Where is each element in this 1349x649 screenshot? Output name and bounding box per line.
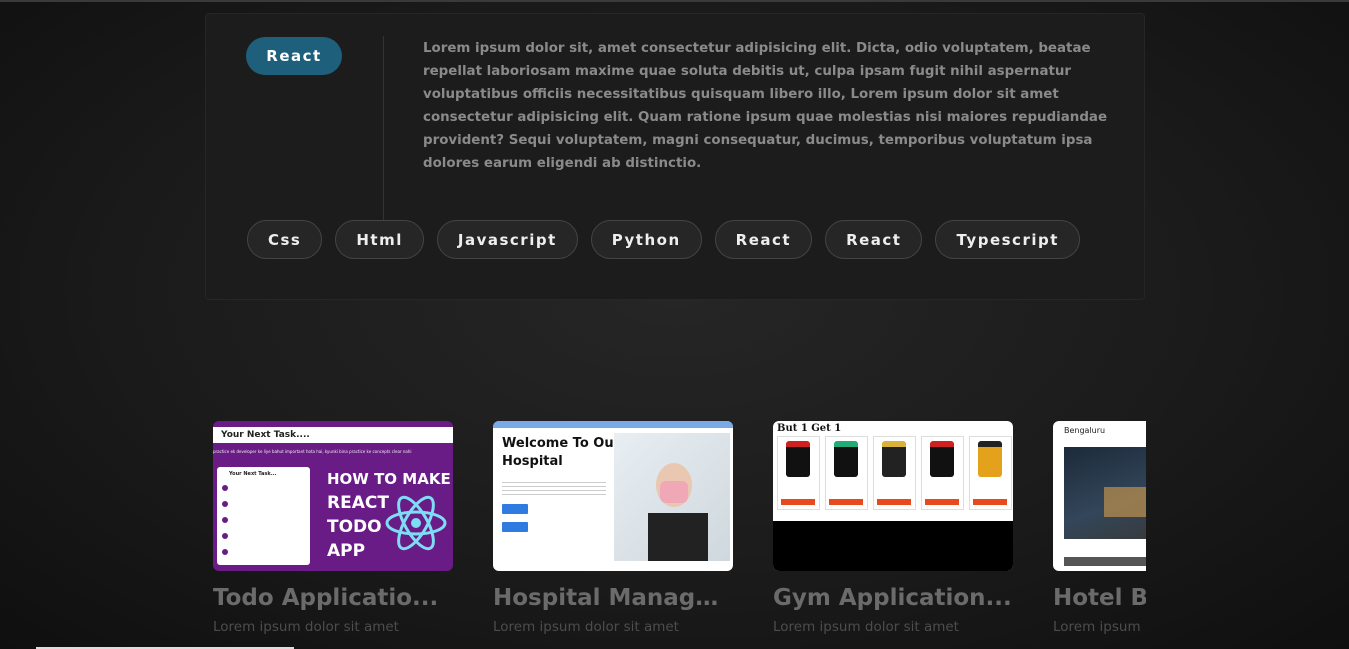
task-dot-icon bbox=[222, 517, 228, 523]
headline-line: Hospital bbox=[502, 454, 563, 469]
product-card bbox=[873, 436, 916, 510]
project-title[interactable]: Hotel Bo bbox=[1053, 585, 1146, 611]
thumb-text-lines bbox=[502, 479, 606, 497]
task-dot-icon bbox=[222, 485, 228, 491]
tag-javascript[interactable]: Javascript bbox=[436, 220, 578, 259]
projects-carousel: Your Next Task.... practice ek developer… bbox=[213, 421, 1146, 649]
tag-css[interactable]: Css bbox=[247, 220, 323, 259]
product-card bbox=[921, 436, 964, 510]
thumb-panel-title: Your Next Task... bbox=[229, 471, 277, 477]
project-title[interactable]: Todo Applicatio... bbox=[213, 585, 453, 611]
project-title[interactable]: Gym Application... bbox=[773, 585, 1013, 611]
mask-shape bbox=[660, 481, 688, 503]
main-tech-badge[interactable]: React bbox=[246, 37, 342, 75]
top-divider bbox=[0, 0, 1349, 2]
task-dot-icon bbox=[222, 533, 228, 539]
react-logo-icon bbox=[385, 495, 447, 551]
product-card bbox=[777, 436, 820, 510]
project-card-gym[interactable]: But 1 Get 1 Gym Application... Lorem ips… bbox=[773, 421, 1013, 635]
project-description: Lorem ipsum dolor sit, amet consectetur … bbox=[423, 41, 1108, 171]
project-subtitle: Lorem ipsum dolor sit amet bbox=[213, 619, 399, 635]
project-subtitle: Lorem ipsum dolor sit amet bbox=[773, 619, 959, 635]
tag-typescript[interactable]: Typescript bbox=[935, 220, 1080, 259]
thumb-footer bbox=[773, 521, 1013, 571]
task-dot-icon bbox=[222, 549, 228, 555]
thumb-headline: Welcome To Our Hospital bbox=[502, 435, 620, 471]
vertical-divider bbox=[383, 36, 384, 221]
project-thumbnail[interactable]: Welcome To Our Hospital bbox=[493, 421, 733, 571]
coat-shape bbox=[648, 513, 708, 561]
task-dot-icon bbox=[222, 501, 228, 507]
thumb-caption: practice ek developer ke liye bahut impo… bbox=[213, 449, 412, 454]
project-subtitle: Lorem ipsum bbox=[1053, 619, 1141, 635]
project-title[interactable]: Hospital Manage... bbox=[493, 585, 733, 611]
hotel-photo bbox=[1064, 447, 1146, 539]
project-card-todo[interactable]: Your Next Task.... practice ek developer… bbox=[213, 421, 453, 635]
project-thumbnail[interactable]: Bengaluru bbox=[1053, 421, 1146, 571]
thumb-task-panel: Your Next Task... bbox=[217, 467, 310, 565]
product-card bbox=[825, 436, 868, 510]
thumb-city: Bengaluru bbox=[1064, 426, 1106, 435]
tech-tag-list: Css Html Javascript Python React React T… bbox=[247, 220, 1080, 259]
project-thumbnail[interactable]: But 1 Get 1 bbox=[773, 421, 1013, 571]
thumb-button bbox=[502, 504, 528, 514]
thumb-footer-strip bbox=[1064, 557, 1146, 566]
thumb-headline: But 1 Get 1 bbox=[777, 423, 842, 434]
headline-line: Welcome To Our bbox=[502, 436, 620, 451]
product-card bbox=[969, 436, 1012, 510]
tag-react-2[interactable]: React bbox=[825, 220, 923, 259]
tag-html[interactable]: Html bbox=[335, 220, 424, 259]
thumb-header: Your Next Task.... bbox=[213, 427, 453, 443]
doctor-image bbox=[614, 433, 730, 561]
window-light-shape bbox=[1104, 487, 1146, 517]
tag-react[interactable]: React bbox=[714, 220, 813, 259]
thumb-button bbox=[502, 522, 528, 532]
project-thumbnail[interactable]: Your Next Task.... practice ek developer… bbox=[213, 421, 453, 571]
project-card-hospital[interactable]: Welcome To Our Hospital Hospital Manage.… bbox=[493, 421, 733, 635]
tag-python[interactable]: Python bbox=[590, 220, 702, 259]
project-detail-card: React Lorem ipsum dolor sit, amet consec… bbox=[205, 13, 1145, 300]
thumb-topbar bbox=[493, 421, 733, 428]
project-card-hotel[interactable]: Bengaluru Hotel Bo Lorem ipsum bbox=[1053, 421, 1146, 635]
project-subtitle: Lorem ipsum dolor sit amet bbox=[493, 619, 679, 635]
headline-line: HOW TO MAKE bbox=[327, 470, 451, 488]
